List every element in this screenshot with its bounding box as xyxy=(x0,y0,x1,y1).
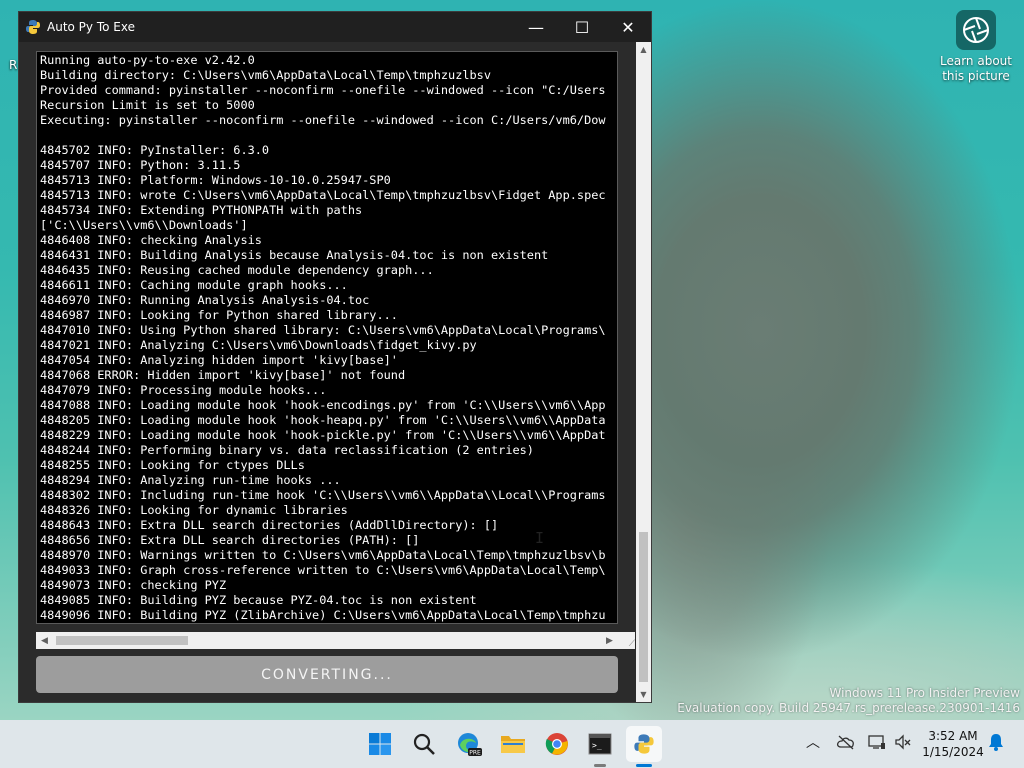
command-prompt-icon: >_ xyxy=(588,733,612,755)
console-line: Building directory: C:\Users\vm6\AppData… xyxy=(40,68,492,82)
search-icon xyxy=(413,733,435,755)
terminal-running-indicator xyxy=(594,764,606,767)
convert-button[interactable]: CONVERTING... xyxy=(36,656,618,693)
python-app-button[interactable] xyxy=(626,726,662,762)
chrome-icon xyxy=(545,733,568,755)
console-horizontal-scrollbar[interactable]: ◀ ▶ xyxy=(36,632,618,649)
python-logo-icon xyxy=(634,734,654,754)
search-button[interactable] xyxy=(406,726,442,762)
notification-bell-icon[interactable] xyxy=(988,733,1004,755)
minimize-button[interactable]: — xyxy=(513,12,559,42)
console-line: 4845713 INFO: Platform: Windows-10-10.0.… xyxy=(40,173,391,187)
console-line: 4846431 INFO: Building Analysis because … xyxy=(40,248,549,262)
window-vertical-scrollbar[interactable]: ▲ ▼ xyxy=(636,42,651,702)
os-watermark: Windows 11 Pro Insider Preview Evaluatio… xyxy=(677,686,1020,716)
scroll-right-arrow-icon[interactable]: ▶ xyxy=(601,632,618,649)
watermark-edition: Windows 11 Pro Insider Preview xyxy=(829,686,1020,700)
console-line: 4846435 INFO: Reusing cached module depe… xyxy=(40,263,434,277)
python-logo-icon xyxy=(25,19,41,35)
volume-muted-icon[interactable] xyxy=(894,734,912,754)
console-line: 4846987 INFO: Looking for Python shared … xyxy=(40,308,398,322)
svg-text:>_: >_ xyxy=(592,741,602,750)
start-button[interactable] xyxy=(362,726,398,762)
system-clock[interactable]: 3:52 AM 1/15/2024 xyxy=(918,728,988,760)
console-line: 4847079 INFO: Processing module hooks... xyxy=(40,383,327,397)
edge-browser-icon: PRE xyxy=(458,733,482,757)
vertical-scroll-thumb[interactable] xyxy=(639,532,648,682)
console-line: 4845713 INFO: wrote C:\Users\vm6\AppData… xyxy=(40,188,606,202)
console-line: 4848643 INFO: Extra DLL search directori… xyxy=(40,518,499,532)
console-line: 4849096 INFO: Building PYZ (ZlibArchive)… xyxy=(40,608,606,622)
scroll-down-arrow-icon[interactable]: ▼ xyxy=(636,687,651,702)
console-line: 4849085 INFO: Building PYZ because PYZ-0… xyxy=(40,593,477,607)
window-title: Auto Py To Exe xyxy=(47,20,135,34)
horizontal-scroll-thumb[interactable] xyxy=(56,636,188,645)
show-hidden-icons-chevron-icon[interactable]: ︿ xyxy=(806,732,820,752)
console-line: 4848255 INFO: Looking for ctypes DLLs xyxy=(40,458,305,472)
console-line: 4848294 INFO: Analyzing run-time hooks .… xyxy=(40,473,341,487)
watermark-build: Evaluation copy. Build 25947.rs_prerelea… xyxy=(677,701,1020,715)
learn-about-picture-shortcut[interactable]: Learn about this picture xyxy=(940,10,1012,84)
close-button[interactable]: ✕ xyxy=(605,12,651,42)
console-line: 4848302 INFO: Including run-time hook 'C… xyxy=(40,488,606,502)
console-line: 4848656 INFO: Extra DLL search directori… xyxy=(40,533,420,547)
console-line: 4847054 INFO: Analyzing hidden import 'k… xyxy=(40,353,398,367)
console-line: 4848229 INFO: Loading module hook 'hook-… xyxy=(40,428,606,442)
console-line: Running auto-py-to-exe v2.42.0 xyxy=(40,53,255,67)
console-line: ['C:\\Users\\vm6\\Downloads'] xyxy=(40,218,248,232)
taskbar: PRE >_ ︿ 3:52 AM 1/15/2024 xyxy=(0,720,1024,768)
console-line: 4849073 INFO: checking PYZ xyxy=(40,578,227,592)
console-line: 4847088 INFO: Loading module hook 'hook-… xyxy=(40,398,606,412)
console-line: 4847021 INFO: Analyzing C:\Users\vm6\Dow… xyxy=(40,338,477,352)
folder-icon xyxy=(501,736,525,753)
console-line: 4849033 INFO: Graph cross-reference writ… xyxy=(40,563,606,577)
camera-aperture-icon xyxy=(956,10,996,50)
edge-preview-button[interactable]: PRE xyxy=(451,726,487,762)
console-line: 4848970 INFO: Warnings written to C:\Use… xyxy=(40,548,606,562)
console-line: Executing: pyinstaller --noconfirm --one… xyxy=(40,113,606,127)
auto-py-to-exe-window: Auto Py To Exe — ☐ ✕ ' Running auto-py-t… xyxy=(18,11,652,703)
console-line: 4848205 INFO: Loading module hook 'hook-… xyxy=(40,413,606,427)
clock-time: 3:52 AM xyxy=(928,729,978,743)
edge-pre-badge: PRE xyxy=(469,750,481,757)
console-line: 4848326 INFO: Looking for dynamic librar… xyxy=(40,503,348,517)
console-line: 4846970 INFO: Running Analysis Analysis-… xyxy=(40,293,370,307)
title-bar[interactable]: Auto Py To Exe — ☐ ✕ xyxy=(19,12,651,42)
chrome-button[interactable] xyxy=(539,726,575,762)
console-line: Recursion Limit is set to 5000 xyxy=(40,98,255,112)
output-console[interactable]: ' Running auto-py-to-exe v2.42.0 Building… xyxy=(36,51,618,624)
windows-logo-icon xyxy=(369,733,391,755)
onedrive-offline-icon[interactable] xyxy=(836,734,856,754)
console-line: 4847010 INFO: Using Python shared librar… xyxy=(40,323,606,337)
console-line: 4846408 INFO: checking Analysis xyxy=(40,233,262,247)
scroll-left-arrow-icon[interactable]: ◀ xyxy=(36,632,53,649)
console-line: 4848244 INFO: Performing binary vs. data… xyxy=(40,443,534,457)
console-line: Provided command: pyinstaller --noconfir… xyxy=(40,83,606,97)
terminal-button[interactable]: >_ xyxy=(582,726,618,762)
scroll-up-arrow-icon[interactable]: ▲ xyxy=(636,42,651,57)
shortcut-label: Learn about this picture xyxy=(940,54,1012,83)
file-explorer-button[interactable] xyxy=(495,726,531,762)
console-top-fragment: ' xyxy=(80,51,84,60)
maximize-button[interactable]: ☐ xyxy=(559,12,605,42)
clock-date: 1/15/2024 xyxy=(922,745,984,759)
console-text: Running auto-py-to-exe v2.42.0 Building d… xyxy=(37,52,617,623)
network-icon[interactable] xyxy=(868,734,886,754)
console-line: 4845702 INFO: PyInstaller: 6.3.0 xyxy=(40,143,270,157)
resize-grip-icon[interactable]: ⟋ xyxy=(618,632,635,649)
python-app-active-indicator xyxy=(636,764,652,767)
desktop-partial-label: R xyxy=(9,58,18,72)
text-cursor-icon: I xyxy=(535,529,545,547)
console-line: 4845734 INFO: Extending PYTHONPATH with … xyxy=(40,203,363,217)
console-line: 4845707 INFO: Python: 3.11.5 xyxy=(40,158,241,172)
console-line: 4847068 ERROR: Hidden import 'kivy[base]… xyxy=(40,368,406,382)
console-line: 4846611 INFO: Caching module graph hooks… xyxy=(40,278,348,292)
